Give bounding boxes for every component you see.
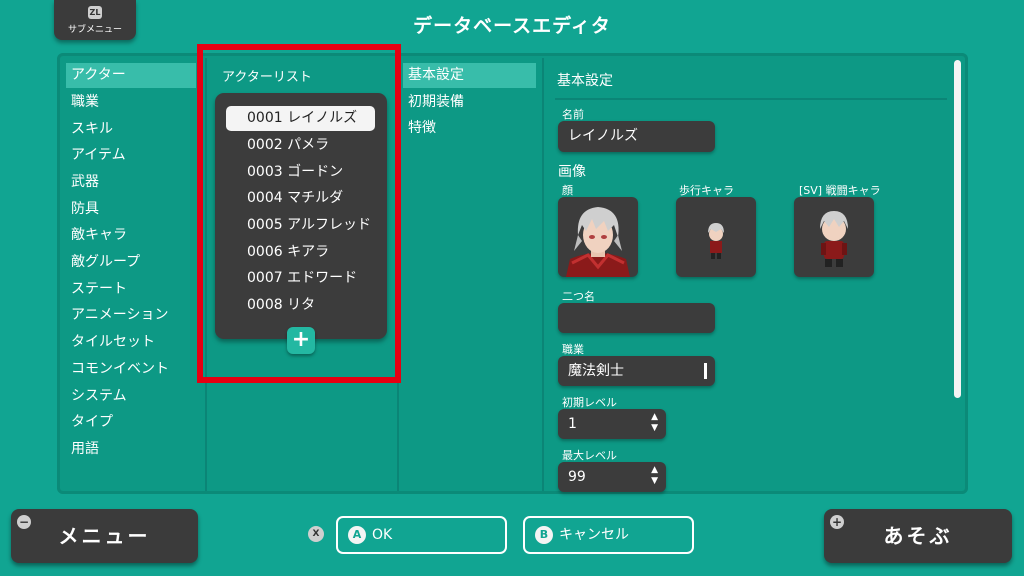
stepper-up-icon[interactable]: ▲ xyxy=(651,465,658,476)
name-field[interactable]: レイノルズ xyxy=(558,121,715,152)
x-button-icon: X xyxy=(308,526,324,542)
ok-button-label: OK xyxy=(372,527,393,543)
category-terms[interactable]: 用語 xyxy=(66,437,196,462)
cancel-button-label: キャンセル xyxy=(559,527,629,543)
play-button-label: あそぶ xyxy=(883,524,953,548)
class-select[interactable]: 魔法剣士 xyxy=(558,356,715,386)
divider xyxy=(555,98,947,100)
class-select-value: 魔法剣士 xyxy=(568,363,624,379)
category-animation[interactable]: アニメーション xyxy=(66,303,196,328)
walk-sprite-label: 歩行キャラ xyxy=(679,184,734,197)
a-button-icon: A xyxy=(348,526,366,544)
initial-level-label: 初期レベル xyxy=(562,396,617,409)
category-class[interactable]: 職業 xyxy=(66,90,196,115)
category-system[interactable]: システム xyxy=(66,384,196,409)
column-divider xyxy=(542,58,544,491)
initial-level-stepper[interactable]: 1 ▲ ▼ xyxy=(558,409,666,439)
category-state[interactable]: ステート xyxy=(66,277,196,302)
face-portrait-image xyxy=(566,207,630,277)
settings-heading: 基本設定 xyxy=(557,73,613,89)
tab-initial-equipment[interactable]: 初期装備 xyxy=(403,90,536,115)
category-type[interactable]: タイプ xyxy=(66,410,196,435)
ok-button[interactable]: A OK xyxy=(336,516,507,554)
nickname-label: 二つ名 xyxy=(562,290,595,303)
category-tileset[interactable]: タイルセット xyxy=(66,330,196,355)
category-item[interactable]: アイテム xyxy=(66,143,196,168)
highlight-box xyxy=(197,44,401,383)
category-weapon[interactable]: 武器 xyxy=(66,170,196,195)
initial-level-value: 1 xyxy=(568,416,577,432)
class-label: 職業 xyxy=(562,343,584,356)
battler-sprite-figure xyxy=(820,211,848,267)
select-indicator-icon xyxy=(704,363,707,379)
category-enemy[interactable]: 敵キャラ xyxy=(66,223,196,248)
max-level-stepper[interactable]: 99 ▲ ▼ xyxy=(558,462,666,492)
category-common-event[interactable]: コモンイベント xyxy=(66,357,196,382)
page-title: データベースエディタ xyxy=(413,15,611,37)
nickname-field[interactable] xyxy=(558,303,715,333)
category-skill[interactable]: スキル xyxy=(66,117,196,142)
menu-button-label: メニュー xyxy=(58,524,151,548)
stepper-arrows-icon[interactable]: ▲ ▼ xyxy=(651,465,658,487)
category-actor[interactable]: アクター xyxy=(66,63,196,88)
stepper-down-icon[interactable]: ▼ xyxy=(651,476,658,487)
max-level-value: 99 xyxy=(568,469,586,485)
stepper-arrows-icon[interactable]: ▲ ▼ xyxy=(651,412,658,434)
name-label: 名前 xyxy=(562,108,584,121)
battler-label: [SV] 戦闘キャラ xyxy=(799,184,881,197)
face-label: 顔 xyxy=(562,184,573,197)
cancel-button[interactable]: B キャンセル xyxy=(523,516,694,554)
face-image[interactable] xyxy=(558,197,638,277)
stepper-down-icon[interactable]: ▼ xyxy=(651,423,658,434)
tab-basic-settings[interactable]: 基本設定 xyxy=(403,63,536,88)
tab-traits[interactable]: 特徴 xyxy=(403,116,536,141)
minus-button-icon: − xyxy=(17,515,31,529)
max-level-label: 最大レベル xyxy=(562,449,617,462)
menu-button[interactable]: − メニュー xyxy=(11,509,198,563)
walk-sprite-image[interactable] xyxy=(676,197,756,277)
walk-sprite-figure xyxy=(708,223,724,259)
category-troop[interactable]: 敵グループ xyxy=(66,250,196,275)
category-armor[interactable]: 防具 xyxy=(66,197,196,222)
plus-button-icon: + xyxy=(830,515,844,529)
play-button[interactable]: + あそぶ xyxy=(824,509,1012,563)
settings-scrollbar[interactable] xyxy=(954,60,961,398)
images-label: 画像 xyxy=(558,164,586,180)
stepper-up-icon[interactable]: ▲ xyxy=(651,412,658,423)
b-button-icon: B xyxy=(535,526,553,544)
battler-image[interactable] xyxy=(794,197,874,277)
